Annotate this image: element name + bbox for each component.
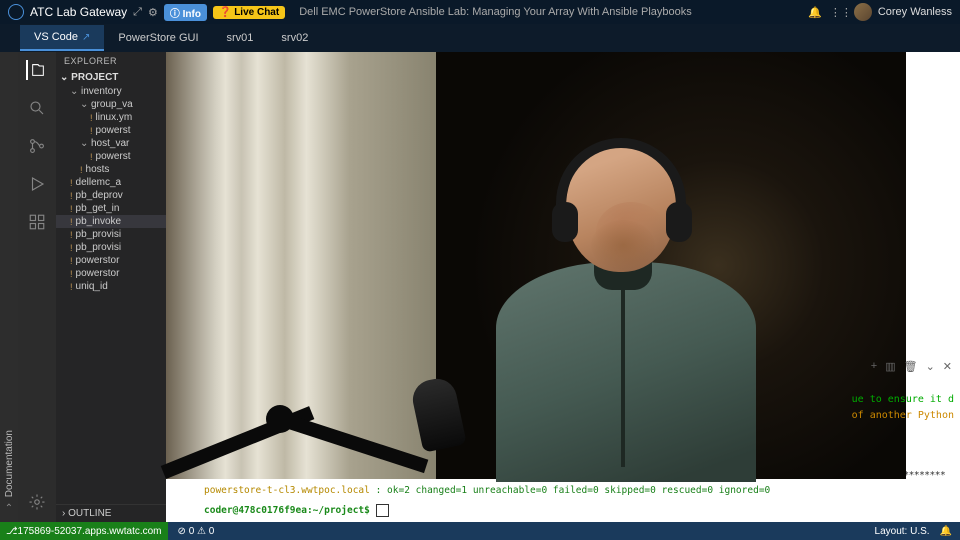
explorer-sidebar: EXPLORER ⌄ PROJECT ⌄inventory⌄group_va!l…: [56, 52, 166, 522]
trash-icon[interactable]: 🗑: [904, 360, 918, 373]
tree-file[interactable]: !powerstor: [56, 254, 166, 267]
remote-host-status[interactable]: ⎇ 175869-52037.apps.wwtatc.com: [0, 522, 168, 540]
tab-srv01[interactable]: srv01: [213, 26, 268, 50]
project-section[interactable]: ⌄ PROJECT: [56, 70, 166, 85]
webcam-overlay: [166, 52, 906, 479]
live-chat-badge[interactable]: ❓ Live Chat: [213, 6, 285, 19]
source-control-icon[interactable]: [27, 136, 47, 156]
tree-file[interactable]: !pb_get_in: [56, 202, 166, 215]
keyboard-layout[interactable]: Layout: U.S.: [875, 526, 930, 537]
tree-file[interactable]: !pb_provisi: [56, 241, 166, 254]
editor-toolbar: + ▥ 🗑 ⌄ ✕: [871, 360, 952, 373]
tree-file[interactable]: !dellemc_a: [56, 176, 166, 189]
lab-subtitle: Dell EMC PowerStore Ansible Lab: Managin…: [299, 6, 692, 18]
tree-file[interactable]: !pb_provisi: [56, 228, 166, 241]
editor-area: + ▥ 🗑 ⌄ ✕ ue to ensure it d of another P…: [166, 52, 960, 522]
tree-file[interactable]: !pb_deprov: [56, 189, 166, 202]
tab-vscode[interactable]: VS Code↗: [20, 25, 104, 51]
explorer-icon[interactable]: [26, 60, 46, 80]
tree-file[interactable]: !powerst: [56, 150, 166, 163]
explorer-header: EXPLORER: [56, 52, 166, 70]
problems-status[interactable]: ⊘ 0 ⚠ 0: [178, 526, 215, 537]
apps-grid-icon[interactable]: ⋮⋮⋮: [830, 6, 848, 19]
avatar[interactable]: [854, 3, 872, 21]
username-label[interactable]: Corey Wanless: [878, 6, 952, 18]
tree-folder[interactable]: ⌄group_va: [56, 98, 166, 111]
chevron-up-icon: ⌃: [5, 503, 13, 514]
tree-folder[interactable]: ⌄host_var: [56, 137, 166, 150]
search-icon[interactable]: [27, 98, 47, 118]
app-title: ATC Lab Gateway: [30, 5, 127, 19]
tree-file[interactable]: !pb_invoke: [56, 215, 166, 228]
tab-powerstore-gui[interactable]: PowerStore GUI: [104, 26, 212, 50]
tree-file[interactable]: !powerstor: [56, 267, 166, 280]
bell-status-icon[interactable]: 🔔: [940, 526, 952, 537]
activity-bar: [18, 52, 56, 522]
expand-icon[interactable]: ⤢: [133, 6, 142, 19]
status-bar: ⎇ 175869-52037.apps.wwtatc.com ⊘ 0 ⚠ 0 L…: [0, 522, 960, 540]
code-peek: ue to ensure it d of another Python: [852, 392, 954, 424]
info-badge[interactable]: ⓘ Info: [164, 4, 207, 21]
main-area: ⌃ Documentation EXPLORER ⌄ PROJECT ⌄inve…: [0, 52, 960, 522]
tab-srv02[interactable]: srv02: [267, 26, 322, 50]
tab-bar: VS Code↗ PowerStore GUI srv01 srv02: [0, 24, 960, 52]
extensions-icon[interactable]: [27, 212, 47, 232]
tree-folder[interactable]: ⌄inventory: [56, 85, 166, 98]
split-icon[interactable]: ▥: [885, 360, 895, 373]
outline-section[interactable]: › OUTLINE: [56, 504, 166, 522]
plus-icon[interactable]: +: [871, 360, 877, 373]
tree-file[interactable]: !uniq_id: [56, 280, 166, 293]
bell-icon[interactable]: 🔔: [806, 6, 824, 19]
tree-file[interactable]: !hosts: [56, 163, 166, 176]
tree-file[interactable]: !linux.ym: [56, 111, 166, 124]
gear-icon[interactable]: ⚙: [148, 6, 158, 19]
documentation-label: Documentation: [4, 430, 15, 503]
chevron-down-icon[interactable]: ⌄: [926, 360, 935, 373]
top-bar: ATC Lab Gateway ⤢ ⚙ ⓘ Info ❓ Live Chat D…: [0, 0, 960, 24]
logo-icon: [8, 4, 24, 20]
tree-file[interactable]: !powerst: [56, 124, 166, 137]
file-tree: ⌄inventory⌄group_va!linux.ym!powerst⌄hos…: [56, 85, 166, 293]
close-icon[interactable]: ✕: [943, 360, 952, 373]
documentation-bar[interactable]: ⌃ Documentation: [0, 52, 18, 522]
run-debug-icon[interactable]: [27, 174, 47, 194]
settings-gear-icon[interactable]: [27, 492, 47, 512]
